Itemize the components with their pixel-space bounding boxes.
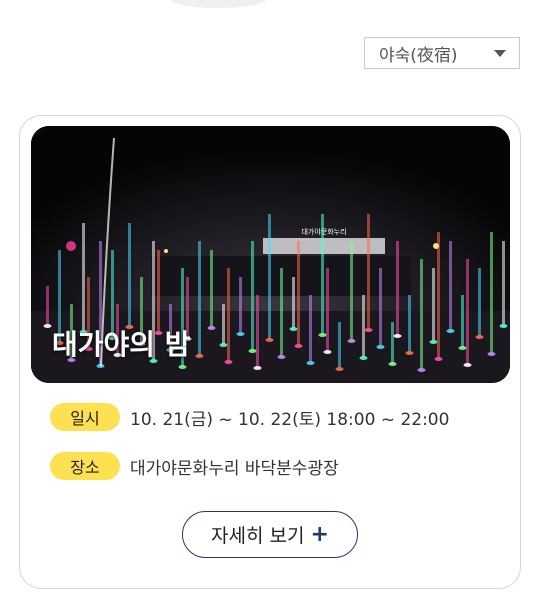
fountain-light: [318, 333, 327, 337]
fountain-jet: [408, 295, 411, 353]
fountain-jet: [46, 286, 49, 326]
fountain-jet: [362, 295, 365, 358]
category-select-value: 야숙(夜宿): [379, 45, 458, 66]
view-details-label: 자세히 보기: [211, 525, 305, 547]
fountain-light: [405, 351, 414, 355]
fountain-light: [376, 345, 385, 349]
fountain-jet: [321, 214, 324, 335]
fountain-light: [463, 363, 472, 367]
fountain-jet: [326, 268, 329, 352]
fountain-light: [289, 327, 298, 331]
fountain-light: [224, 360, 233, 364]
fountain-light: [265, 338, 274, 342]
date-row: 일시 10. 21(금) ~ 10. 22(토) 18:00 ~ 22:00: [50, 403, 449, 431]
top-decoration: [170, 0, 266, 8]
fountain-jet: [379, 268, 382, 347]
fountain-light: [475, 335, 484, 339]
fountain-jet: [280, 268, 283, 357]
fountain-light: [388, 362, 397, 366]
fountain-jet: [128, 223, 131, 327]
category-select[interactable]: 야숙(夜宿): [364, 37, 520, 69]
fountain-jet: [396, 241, 399, 336]
fountain-jet: [466, 259, 469, 365]
event-photo: 대가야문화누리 대가야의 밤: [31, 126, 510, 383]
fountain-light: [429, 340, 438, 344]
fountain-light: [487, 352, 496, 356]
fountain-jet: [157, 250, 160, 333]
chevron-down-icon: [494, 50, 506, 57]
date-value: 10. 21(금) ~ 10. 22(토) 18:00 ~ 22:00: [130, 409, 450, 430]
plus-icon: +: [310, 521, 329, 547]
fountain-light: [178, 365, 187, 369]
fountain-jet: [251, 241, 254, 351]
fountain-light: [253, 366, 262, 370]
fountain-light: [219, 343, 228, 347]
fountain-jet: [210, 250, 213, 328]
event-card: 대가야문화누리 대가야의 밤 일시 10. 21(금) ~ 10. 22(토) …: [19, 115, 521, 589]
fountain-jet: [502, 241, 505, 326]
event-image-title: 대가야의 밤: [52, 328, 191, 361]
fountain-jet: [367, 214, 370, 330]
fountain-light: [236, 332, 245, 336]
view-details-button[interactable]: 자세히 보기 +: [182, 511, 358, 558]
fountain-jet: [297, 241, 300, 346]
place-label-badge: 장소: [50, 452, 120, 480]
fountain-light: [306, 361, 315, 365]
fountain-light: [417, 368, 426, 372]
fountain-light: [359, 356, 368, 360]
fountain-light: [458, 346, 467, 350]
fountain-jet: [420, 259, 423, 370]
fountain-jet: [222, 304, 225, 345]
fountain-jet: [82, 223, 85, 332]
fountain-jet: [198, 241, 201, 356]
place-value: 대가야문화누리 바닥분수광장: [130, 458, 339, 479]
fountain-light: [195, 354, 204, 358]
fountain-light: [277, 355, 286, 359]
fountain-light: [43, 324, 52, 328]
fountain-jet: [338, 322, 341, 369]
fountain-jet: [256, 295, 259, 368]
fountain-light: [248, 349, 257, 353]
fountain-light: [499, 324, 508, 328]
fountain-jet: [432, 268, 435, 342]
fountain-light: [446, 329, 455, 333]
fountain-jet: [437, 232, 440, 359]
fountain-light: [434, 357, 443, 361]
place-row: 장소 대가야문화누리 바닥분수광장: [50, 452, 339, 480]
fountain-jet: [490, 232, 493, 354]
fountain-light: [207, 326, 216, 330]
fountain-jet: [391, 322, 394, 364]
fountain-jet: [461, 295, 464, 348]
fountain-jet: [268, 214, 271, 340]
fountain-light: [347, 339, 356, 343]
fountain-light: [323, 350, 332, 354]
fountain-jet: [449, 241, 452, 331]
date-label-badge: 일시: [50, 403, 120, 431]
fountain-light: [294, 344, 303, 348]
fountain-jet: [239, 277, 242, 334]
fountain-light: [364, 328, 373, 332]
fountain-jet: [350, 241, 353, 341]
fountain-jet: [478, 268, 481, 337]
fountain-light: [335, 367, 344, 371]
fountain-light: [393, 334, 402, 338]
fountain-jet: [227, 268, 230, 362]
fountain-jet: [309, 295, 312, 363]
fountain-jet: [292, 277, 295, 329]
